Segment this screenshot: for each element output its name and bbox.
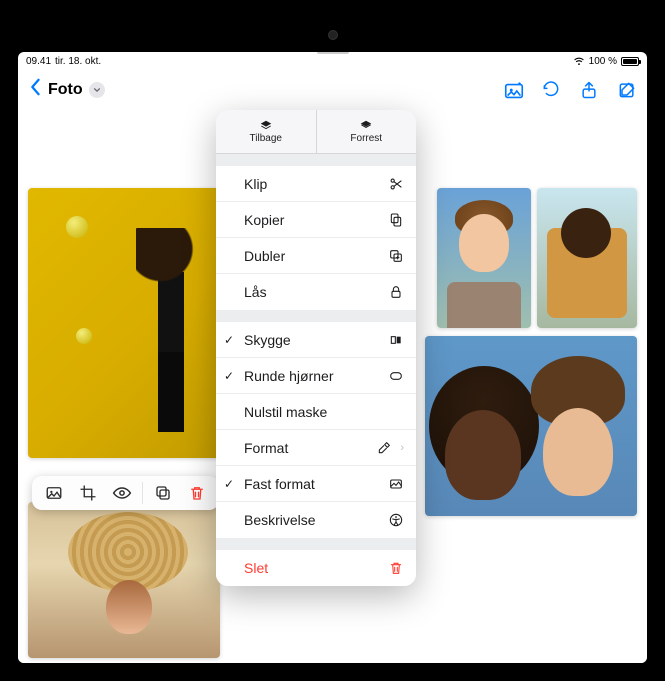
checkmark-icon: ✓ xyxy=(224,369,234,383)
separator xyxy=(142,482,143,504)
selection-toolbar xyxy=(32,476,219,510)
menu-label: Lås xyxy=(244,284,267,300)
camera-dot xyxy=(328,30,338,40)
arrange-back-tab[interactable]: Tilbage xyxy=(216,110,317,154)
photo-thumbnail[interactable] xyxy=(28,502,220,658)
photo-thumbnail[interactable] xyxy=(537,188,637,328)
compose-icon[interactable] xyxy=(617,80,637,100)
multitask-handle-icon[interactable] xyxy=(317,52,349,54)
menu-copy[interactable]: Kopier xyxy=(216,202,416,238)
photo-thumbnail[interactable] xyxy=(28,188,220,458)
wifi-icon xyxy=(573,55,585,67)
menu-lock[interactable]: Lås xyxy=(216,274,416,310)
menu-label: Klip xyxy=(244,176,267,192)
context-popover: Tilbage Forrest Klip xyxy=(216,110,416,586)
menu-duplicate[interactable]: Dubler xyxy=(216,238,416,274)
trash-icon xyxy=(388,560,404,576)
tab-label: Tilbage xyxy=(250,133,282,144)
tab-label: Forrest xyxy=(350,133,382,144)
rounded-rect-icon xyxy=(388,368,404,384)
status-time: 09.41 xyxy=(26,56,51,67)
canvas[interactable]: Tilbage Forrest Klip xyxy=(18,110,647,663)
menu-label: Nulstil maske xyxy=(244,404,327,420)
menu-cut[interactable]: Klip xyxy=(216,166,416,202)
menu-delete[interactable]: Slet xyxy=(216,550,416,586)
photo-thumbnail[interactable] xyxy=(437,188,531,328)
accessibility-icon xyxy=(388,512,404,528)
lock-icon xyxy=(388,284,404,300)
arrange-front-tab[interactable]: Forrest xyxy=(317,110,417,154)
shadow-toggle-icon xyxy=(388,332,404,348)
top-toolbar: Foto xyxy=(18,70,647,110)
menu-label: Fast format xyxy=(244,476,315,492)
status-date: tir. 18. okt. xyxy=(55,56,101,67)
menu-label: Beskrivelse xyxy=(244,512,316,528)
menu-reset-mask[interactable]: Nulstil maske xyxy=(216,394,416,430)
menu-label: Runde hjørner xyxy=(244,368,334,384)
duplicate-plus-icon xyxy=(388,248,404,264)
eyedropper-icon: › xyxy=(376,440,404,456)
chevron-right-icon: › xyxy=(400,442,404,454)
crop-button[interactable] xyxy=(72,478,104,508)
screen: 09.41 tir. 18. okt. 100 % Foto xyxy=(18,52,647,663)
menu-shadow[interactable]: ✓ Skygge xyxy=(216,322,416,358)
placeholder-icon xyxy=(388,476,404,492)
menu-label: Kopier xyxy=(244,212,284,228)
menu-rounded-corners[interactable]: ✓ Runde hjørner xyxy=(216,358,416,394)
insert-media-icon[interactable] xyxy=(503,80,523,100)
menu-label: Format xyxy=(244,440,288,456)
delete-button[interactable] xyxy=(181,478,213,508)
battery-icon xyxy=(621,57,639,66)
menu-format[interactable]: Format › xyxy=(216,430,416,466)
checkmark-icon: ✓ xyxy=(224,333,234,347)
device-frame: 09.41 tir. 18. okt. 100 % Foto xyxy=(0,0,665,681)
photo-thumbnail[interactable] xyxy=(425,336,637,516)
back-button[interactable] xyxy=(28,78,42,102)
menu-label: Dubler xyxy=(244,248,285,264)
copy-icon xyxy=(388,212,404,228)
share-icon[interactable] xyxy=(579,80,599,100)
checkmark-icon: ✓ xyxy=(224,477,234,491)
title-dropdown-button[interactable] xyxy=(89,82,105,98)
menu-description[interactable]: Beskrivelse xyxy=(216,502,416,538)
menu-fixed-format[interactable]: ✓ Fast format xyxy=(216,466,416,502)
image-fill-button[interactable] xyxy=(38,478,70,508)
undo-icon[interactable] xyxy=(541,80,561,100)
menu-label: Skygge xyxy=(244,332,291,348)
visibility-button[interactable] xyxy=(106,478,138,508)
battery-pct: 100 % xyxy=(589,56,617,67)
page-title: Foto xyxy=(48,81,83,99)
menu-label: Slet xyxy=(244,560,268,576)
scissors-icon xyxy=(388,176,404,192)
duplicate-button[interactable] xyxy=(147,478,179,508)
status-bar: 09.41 tir. 18. okt. 100 % xyxy=(18,52,647,70)
